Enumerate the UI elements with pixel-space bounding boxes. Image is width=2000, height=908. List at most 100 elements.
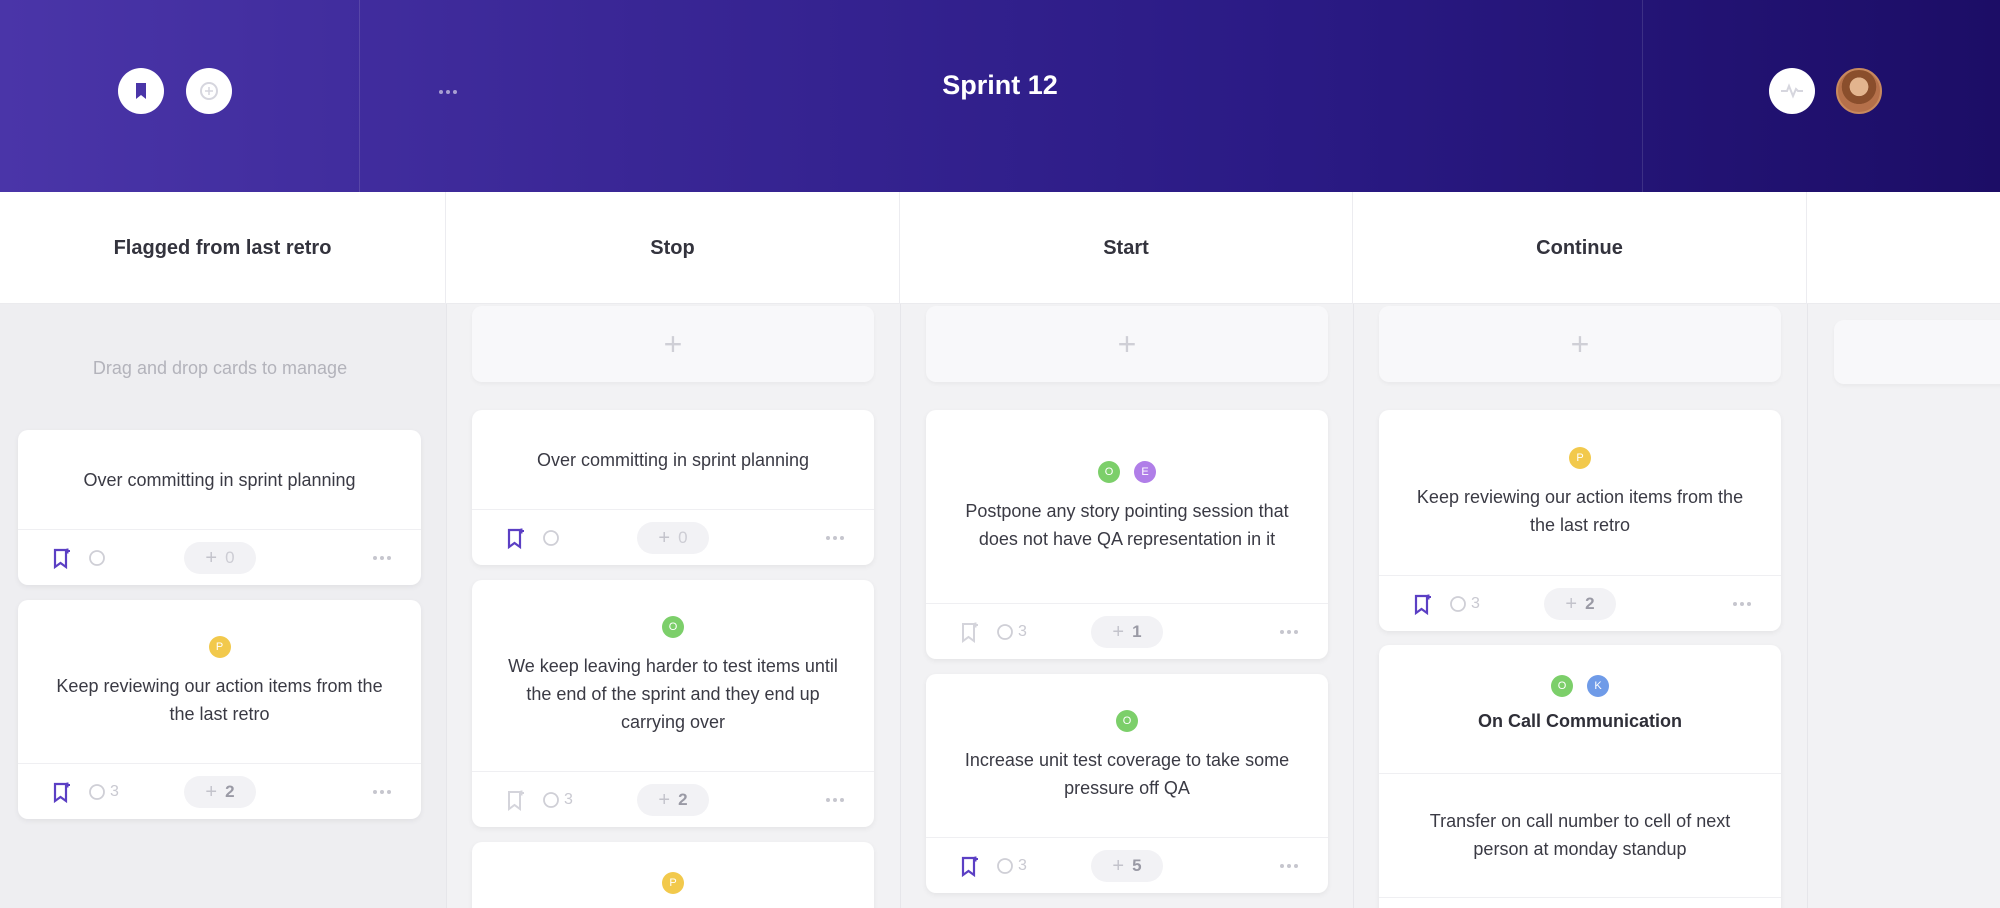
column-divider [1807, 304, 1808, 908]
retro-card[interactable]: P [472, 842, 874, 908]
flag-icon[interactable] [506, 790, 526, 812]
vote-count: 1 [1132, 622, 1142, 641]
card-participants: O E [1098, 460, 1156, 483]
comment-icon [997, 858, 1013, 874]
vote-button[interactable]: + 5 [1091, 850, 1163, 882]
comment-icon [997, 624, 1013, 640]
card-more-button[interactable] [373, 556, 391, 560]
comment-icon [1450, 596, 1466, 612]
retro-card-group[interactable]: O K On Call Communication Transfer on ca… [1379, 645, 1781, 908]
card-divider [1379, 897, 1781, 898]
retro-card[interactable]: P Keep reviewing our action items from t… [1379, 410, 1781, 631]
card-text: Over committing in sprint planning [536, 449, 810, 470]
comment-count-text: 3 [1018, 623, 1027, 640]
flag-icon[interactable] [52, 548, 72, 570]
comment-count[interactable]: 3 [1449, 595, 1480, 613]
plus-icon: + [205, 546, 218, 569]
column-title-continue: Continue [1353, 192, 1807, 304]
comment-count-text: 3 [564, 791, 573, 808]
vote-count: 2 [678, 790, 688, 809]
header-right-panel [1642, 0, 2000, 192]
user-dot: E [1134, 460, 1156, 483]
plus-icon: + [658, 526, 671, 549]
card-text: Postpone any story pointing session that… [965, 500, 1289, 549]
comment-icon [89, 550, 105, 566]
column-divider [446, 304, 447, 908]
user-dot: P [1569, 446, 1591, 469]
card-text: Keep reviewing our action items from the… [56, 675, 383, 724]
user-dot: O [662, 615, 684, 638]
flag-icon[interactable] [960, 622, 980, 644]
add-card-button-stop[interactable]: + [472, 306, 874, 382]
column-header-row: Flagged from last retro Stop Start Conti… [0, 192, 2000, 304]
card-more-button[interactable] [1280, 630, 1298, 634]
vote-button[interactable]: + 0 [637, 522, 709, 554]
card-participants: O [1116, 709, 1138, 732]
vote-count: 2 [1585, 594, 1595, 613]
flag-icon[interactable] [506, 528, 526, 550]
vote-button[interactable]: + 2 [637, 784, 709, 816]
column-divider [900, 304, 901, 908]
vote-button[interactable]: + 0 [184, 542, 256, 574]
retro-card[interactable]: Over committing in sprint planning + 0 [472, 410, 874, 565]
bookmark-icon [136, 83, 146, 99]
comment-count[interactable]: 3 [88, 783, 119, 801]
card-participants: P [208, 635, 231, 658]
comment-count[interactable]: 3 [996, 623, 1027, 641]
retro-card[interactable]: O E Postpone any story pointing session … [926, 410, 1328, 659]
vote-button[interactable]: + 1 [1091, 616, 1163, 648]
card-group-title: On Call Communication [1477, 711, 1682, 731]
comment-count[interactable] [542, 529, 564, 547]
column-title-stop: Stop [446, 192, 900, 304]
flag-icon[interactable] [960, 856, 980, 878]
comment-count[interactable] [88, 549, 110, 567]
card-more-button[interactable] [373, 790, 391, 794]
retro-card[interactable]: Over committing in sprint planning + 0 [18, 430, 421, 585]
plus-icon: + [1565, 592, 1578, 615]
card-more-button[interactable] [1280, 864, 1298, 868]
card-text: Over committing in sprint planning [83, 469, 356, 490]
retro-card[interactable]: O Increase unit test coverage to take so… [926, 674, 1328, 893]
chat-button[interactable] [186, 68, 232, 114]
card-footer: 3 + 1 [926, 603, 1328, 659]
card-footer: + 0 [472, 509, 874, 565]
retro-card[interactable]: O We keep leaving harder to test items u… [472, 580, 874, 827]
card-participants: P [1569, 446, 1591, 469]
vote-button[interactable]: + 2 [184, 776, 256, 808]
vote-button[interactable]: + 2 [1544, 588, 1616, 620]
comment-icon [89, 784, 105, 800]
board-menu-button[interactable] [432, 76, 464, 108]
retro-card[interactable]: P Keep reviewing our action items from t… [18, 600, 421, 819]
card-footer: 3 + 2 [472, 771, 874, 827]
card-more-button[interactable] [826, 536, 844, 540]
user-avatar[interactable] [1836, 68, 1882, 114]
card-more-button[interactable] [826, 798, 844, 802]
user-dot: P [662, 872, 684, 894]
user-dot: P [208, 635, 231, 658]
add-card-button-continue[interactable]: + [1379, 306, 1781, 382]
plus-icon: + [205, 780, 218, 803]
comment-icon [543, 792, 559, 808]
card-footer: + 0 [18, 529, 421, 585]
card-footer: 3 + 2 [18, 763, 421, 819]
comment-icon [543, 530, 559, 546]
card-more-button[interactable] [1733, 602, 1751, 606]
activity-button[interactable] [1769, 68, 1815, 114]
comment-count[interactable]: 3 [542, 791, 573, 809]
vote-count: 5 [1132, 856, 1142, 875]
chat-bubble-icon [200, 82, 218, 100]
user-dot: K [1587, 675, 1609, 697]
vote-count: 2 [225, 782, 235, 801]
user-dot: O [1116, 709, 1138, 732]
card-footer: 3 + 5 [926, 837, 1328, 893]
flag-icon[interactable] [1413, 594, 1433, 616]
drag-drop-hint: Drag and drop cards to manage [92, 358, 348, 378]
flag-icon[interactable] [52, 782, 72, 804]
add-card-button-start[interactable]: + [926, 306, 1328, 382]
plus-icon: + [658, 788, 671, 811]
card-text: Increase unit test coverage to take some… [964, 749, 1290, 798]
comment-count[interactable]: 3 [996, 857, 1027, 875]
comment-count-text: 3 [1471, 595, 1480, 612]
column-title-flagged: Flagged from last retro [0, 192, 446, 304]
bookmark-button[interactable] [118, 68, 164, 114]
